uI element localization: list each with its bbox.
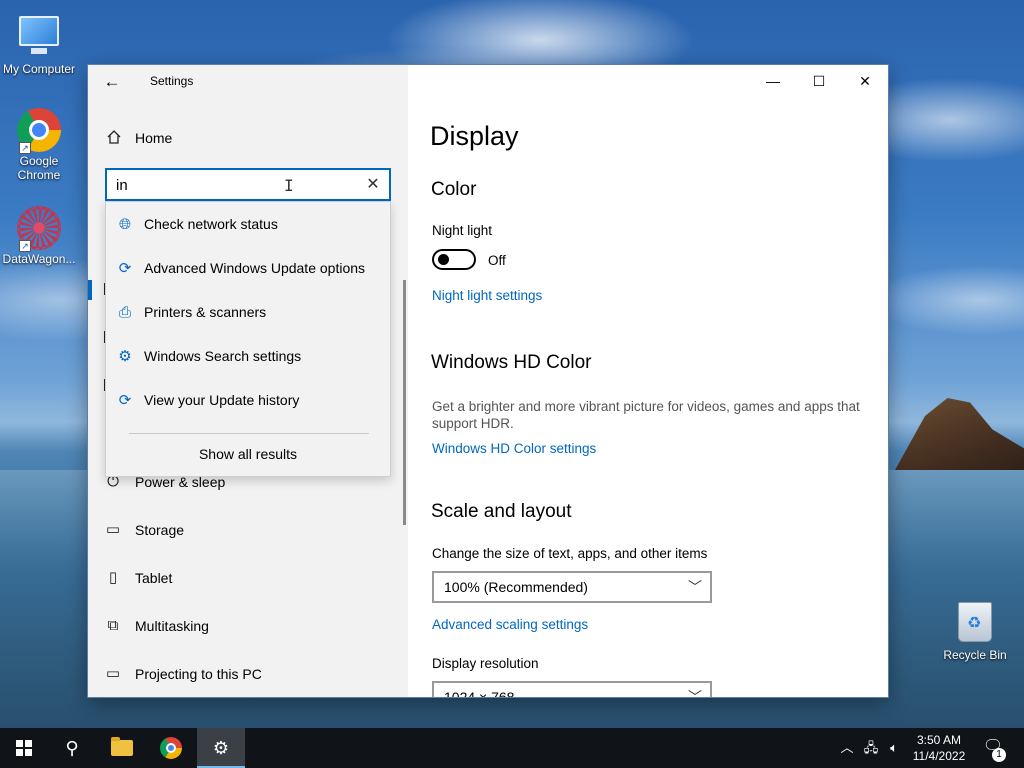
minimize-icon[interactable]: — bbox=[750, 65, 796, 97]
wallpaper-cliff bbox=[895, 398, 1024, 470]
clock-time: 3:50 AM bbox=[916, 733, 962, 747]
suggestion-item[interactable]: ⟳ Advanced Windows Update options bbox=[106, 246, 390, 290]
sync-icon: ⟳ bbox=[118, 260, 132, 277]
suggestion-item[interactable]: ⟳ View your Update history bbox=[106, 378, 390, 422]
suggestion-label: Windows Search settings bbox=[144, 348, 302, 364]
clock[interactable]: 3:50 AM 11/4/2022 bbox=[906, 732, 972, 764]
desktop-icon-label: DataWagon... bbox=[2, 252, 76, 266]
clear-icon[interactable]: ✕ bbox=[363, 175, 383, 195]
show-hidden-icons-chevron-up-icon[interactable]: ︿ bbox=[838, 728, 856, 768]
storage-icon: ▭ bbox=[105, 521, 121, 538]
chevron-down-icon: ﹀ bbox=[688, 689, 702, 697]
printer-icon: ⎙ bbox=[118, 304, 131, 321]
advanced-scaling-link[interactable]: Advanced scaling settings bbox=[432, 617, 588, 632]
scale-select[interactable]: 100% (Recommended) ﹀ bbox=[432, 571, 712, 603]
nav-item-label: Storage bbox=[135, 522, 185, 538]
night-light-settings-link[interactable]: Night light settings bbox=[432, 288, 542, 303]
search-box[interactable]: I ✕ bbox=[105, 168, 391, 201]
folder-icon bbox=[111, 737, 133, 756]
suggestion-item[interactable]: ⚙ Windows Search settings bbox=[106, 334, 390, 378]
suggestion-label: View your Update history bbox=[144, 392, 300, 408]
nav-item-label: Projecting to this PC bbox=[135, 666, 262, 682]
section-heading-scale-layout: Scale and layout bbox=[431, 501, 572, 522]
nav-selection-marker bbox=[88, 280, 92, 300]
start-button[interactable] bbox=[0, 728, 48, 768]
toggle-knob bbox=[438, 254, 449, 265]
computer-icon bbox=[17, 16, 61, 60]
search-input[interactable] bbox=[116, 175, 346, 195]
night-light-state: Off bbox=[488, 253, 506, 268]
desktop-icon-label: My Computer bbox=[2, 62, 76, 76]
globe-icon: 🌐︎ bbox=[118, 216, 131, 233]
file-explorer-button[interactable] bbox=[98, 728, 146, 768]
maximize-icon[interactable]: ☐ bbox=[796, 65, 842, 97]
back-arrow-icon[interactable]: ← bbox=[100, 70, 124, 94]
section-heading-hd-color: Windows HD Color bbox=[431, 352, 592, 373]
settings-nav-pane: ← Settings Home ⏻ Power & sleep ▭ Storag… bbox=[88, 65, 408, 697]
search-icon[interactable]: ⚲ bbox=[48, 728, 96, 768]
window-title: Settings bbox=[150, 74, 194, 88]
desktop-icon-label: Google Chrome bbox=[17, 154, 61, 182]
gear-icon: ⚙ bbox=[212, 738, 230, 758]
section-heading-color: Color bbox=[431, 179, 477, 200]
volume-icon[interactable]: 🔈︎ bbox=[884, 728, 904, 768]
windows-logo-icon bbox=[16, 740, 32, 756]
display-settings-content: — ☐ ✕ Display Color Night light Off Nigh… bbox=[408, 65, 888, 697]
projecting-icon: ▭ bbox=[105, 665, 121, 682]
shortcut-arrow-icon: ↗ bbox=[19, 240, 31, 252]
desktop-icon-datawagon[interactable]: ↗ DataWagon... bbox=[0, 206, 78, 266]
settings-window: ← Settings Home ⏻ Power & sleep ▭ Storag… bbox=[88, 65, 888, 697]
resolution-select[interactable]: 1024 × 768 ﹀ bbox=[432, 681, 712, 697]
settings-taskbar-button[interactable]: ⚙ bbox=[197, 728, 245, 768]
hd-color-settings-link[interactable]: Windows HD Color settings bbox=[432, 441, 596, 456]
nav-item-tablet[interactable]: ▯ Tablet bbox=[88, 558, 398, 598]
desktop-icon-label: Recycle Bin bbox=[943, 648, 1007, 662]
text-cursor-icon: I bbox=[284, 176, 294, 195]
night-light-toggle[interactable] bbox=[432, 249, 476, 270]
recycle-bin-icon bbox=[953, 602, 997, 646]
chrome-taskbar-button[interactable] bbox=[148, 728, 196, 768]
suggestion-item[interactable]: ⎙ Printers & scanners bbox=[106, 290, 390, 334]
nav-item-label: Tablet bbox=[135, 570, 173, 586]
home-icon bbox=[107, 130, 121, 144]
tablet-icon: ▯ bbox=[108, 569, 118, 586]
close-icon[interactable]: ✕ bbox=[842, 65, 888, 97]
desktop-icon-my-computer[interactable]: My Computer bbox=[0, 10, 78, 76]
desktop-icon-google-chrome[interactable]: ↗ Google Chrome bbox=[0, 108, 78, 182]
datawagon-icon: ↗ bbox=[17, 206, 61, 252]
display-resolution-label: Display resolution bbox=[432, 656, 539, 671]
chrome-icon: ↗ bbox=[17, 108, 61, 154]
show-all-results-button[interactable]: Show all results bbox=[106, 446, 390, 462]
scale-select-value: 100% (Recommended) bbox=[444, 579, 588, 595]
night-light-label: Night light bbox=[432, 223, 493, 238]
chrome-icon bbox=[160, 737, 182, 759]
suggestion-item[interactable]: 🌐︎ Check network status bbox=[106, 202, 390, 246]
network-icon[interactable]: 🖧︎ bbox=[860, 728, 882, 768]
shortcut-arrow-icon: ↗ bbox=[19, 142, 31, 154]
suggestions-divider bbox=[129, 433, 369, 434]
sync-icon: ⟳ bbox=[118, 392, 132, 409]
nav-scrollbar[interactable] bbox=[403, 280, 406, 525]
suggestion-label: Check network status bbox=[144, 216, 278, 232]
page-title: Display bbox=[430, 121, 519, 151]
desktop-icon-recycle-bin[interactable]: Recycle Bin bbox=[936, 602, 1014, 662]
multitasking-icon: ⧉ bbox=[107, 617, 119, 634]
clock-date: 11/4/2022 bbox=[912, 749, 966, 763]
nav-home-label: Home bbox=[135, 130, 173, 146]
gear-icon: ⚙ bbox=[118, 348, 132, 365]
nav-home[interactable]: Home bbox=[88, 123, 408, 153]
notification-count-badge: 1 bbox=[992, 748, 1006, 762]
search-suggestions: 🌐︎ Check network status ⟳ Advanced Windo… bbox=[105, 201, 391, 477]
chevron-down-icon: ﹀ bbox=[688, 579, 702, 595]
nav-item-storage[interactable]: ▭ Storage bbox=[88, 510, 398, 550]
taskbar: ⚲ ⚙ ︿ 🖧︎ 🔈︎ 3:50 AM 11/4/2022 🗨︎ 1 bbox=[0, 728, 1024, 768]
suggestion-label: Printers & scanners bbox=[144, 304, 267, 320]
scale-size-label: Change the size of text, apps, and other… bbox=[432, 546, 708, 561]
nav-item-projecting[interactable]: ▭ Projecting to this PC bbox=[88, 654, 398, 694]
suggestion-label: Advanced Windows Update options bbox=[144, 260, 366, 276]
nav-item-multitasking[interactable]: ⧉ Multitasking bbox=[88, 606, 398, 646]
hd-color-description: Get a brighter and more vibrant picture … bbox=[432, 399, 860, 431]
resolution-select-value: 1024 × 768 bbox=[444, 689, 515, 697]
nav-item-label: Multitasking bbox=[135, 618, 209, 634]
